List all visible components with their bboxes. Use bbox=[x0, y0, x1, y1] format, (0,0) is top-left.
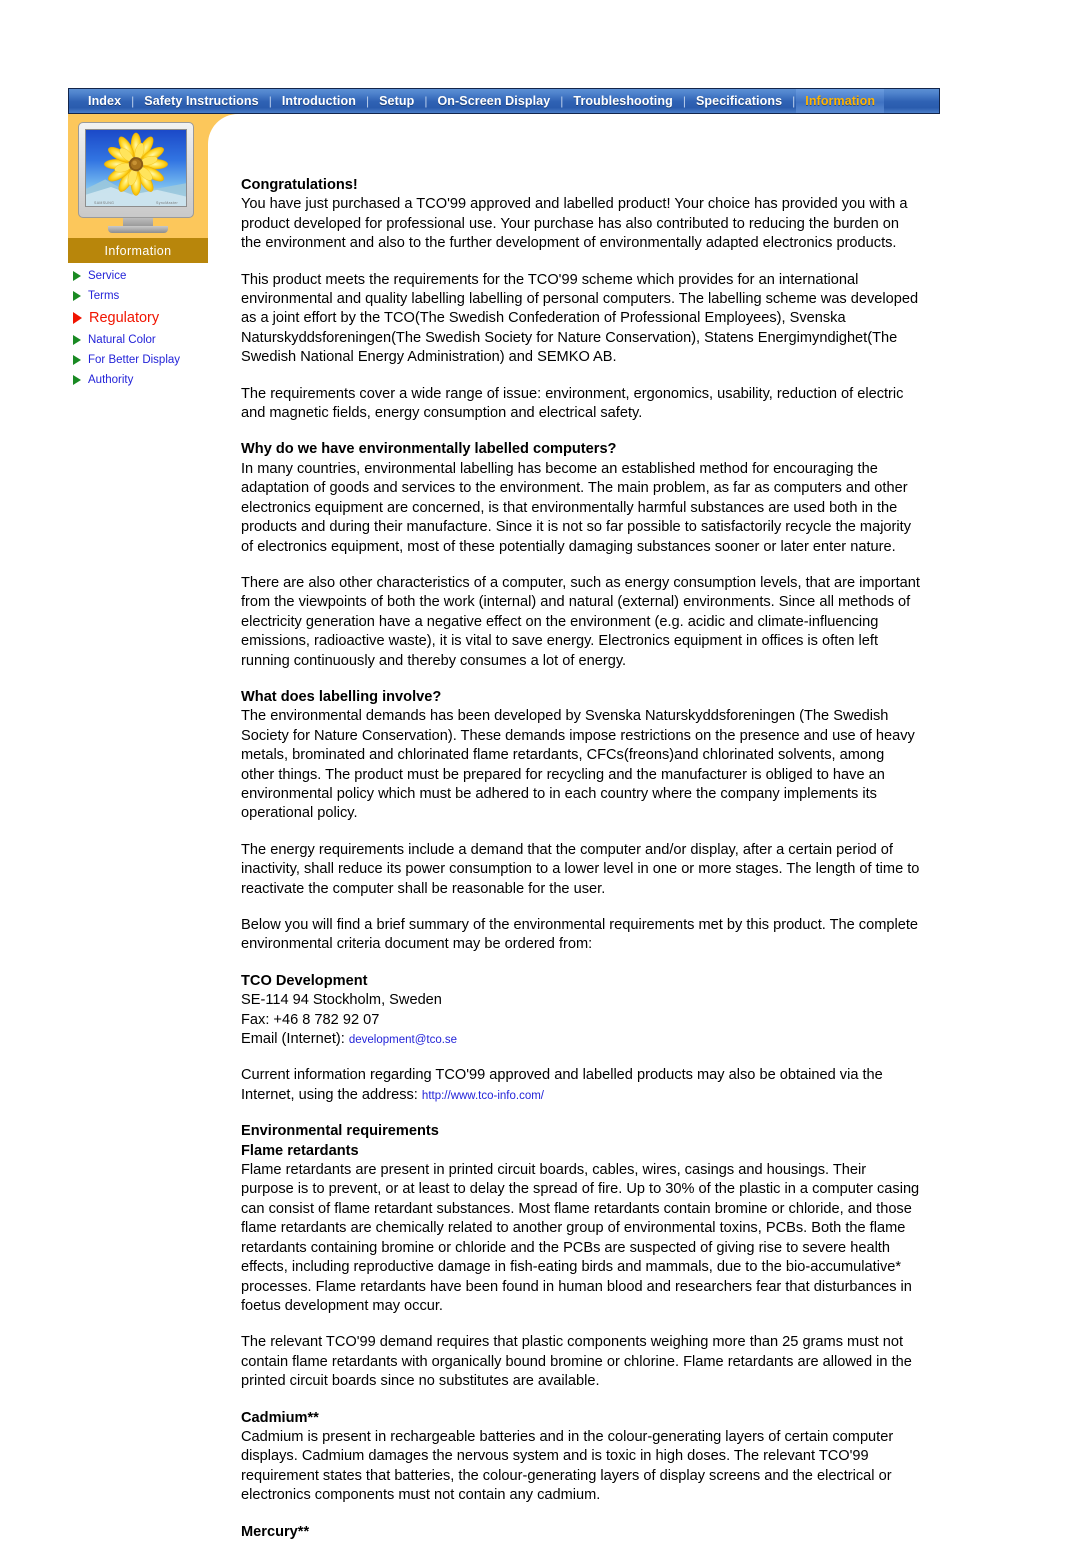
arrow-right-icon bbox=[73, 291, 81, 301]
paragraph-other-characteristics: There are also other characteristics of … bbox=[241, 574, 920, 669]
sidebar-item-label: Regulatory bbox=[89, 310, 160, 326]
paragraph-tco99-scheme: This product meets the requirements for … bbox=[241, 271, 919, 366]
sidebar-item-label: Natural Color bbox=[88, 334, 156, 346]
paragraph-below-summary: Below you will find a brief summary of t… bbox=[241, 917, 919, 953]
monitor-brand-left: SAMSUNG bbox=[94, 201, 115, 205]
sidebar-item-label: For Better Display bbox=[88, 354, 181, 366]
heading-cadmium: Cadmium** bbox=[241, 1409, 319, 1426]
paragraph-requirements-cover: The requirements cover a wide range of i… bbox=[241, 385, 904, 422]
sidebar-item-for-better-display[interactable]: For Better Display bbox=[68, 354, 248, 366]
arrow-right-icon bbox=[73, 335, 81, 345]
heading-what-does-labelling-involve: What does labelling involve? bbox=[241, 688, 442, 705]
paragraph-congratulations: You have just purchased a TCO'99 approve… bbox=[241, 196, 908, 252]
paragraph-why-labelled-computers: In many countries, environmental labelli… bbox=[241, 460, 912, 555]
address-line-fax: Fax: +46 8 782 92 07 bbox=[241, 1011, 380, 1028]
sidebar-item-natural-color[interactable]: Natural Color bbox=[68, 334, 248, 346]
sidebar-item-label: Terms bbox=[88, 290, 120, 302]
arrow-right-icon bbox=[73, 271, 81, 281]
tco-development-address: SE-114 94 Stockholm, Sweden Fax: +46 8 7… bbox=[241, 991, 921, 1049]
current-information-text: Current information regarding TCO'99 app… bbox=[241, 1067, 883, 1103]
paragraph-current-information: Current information regarding TCO'99 app… bbox=[241, 1066, 921, 1105]
address-line-email: Email (Internet): development@tco.se bbox=[241, 1030, 921, 1049]
sidebar-tab-flare bbox=[208, 114, 238, 146]
sidebar-item-regulatory[interactable]: Regulatory bbox=[68, 310, 248, 326]
heading-why-labelled-computers: Why do we have environmentally labelled … bbox=[241, 441, 617, 458]
arrow-right-icon bbox=[73, 312, 82, 324]
top-navigation-bar: Index | Safety Instructions | Introducti… bbox=[68, 88, 940, 114]
monitor-neck bbox=[123, 218, 153, 226]
sidebar-orange-panel: SAMSUNG SyncMaster Information bbox=[68, 114, 208, 263]
monitor-brand-right: SyncMaster bbox=[156, 201, 178, 205]
nav-item-on-screen-display[interactable]: On-Screen Display bbox=[428, 89, 559, 113]
heading-tco-development: TCO Development bbox=[241, 972, 368, 989]
paragraph-cadmium: Cadmium is present in rechargeable batte… bbox=[241, 1428, 894, 1504]
paragraph-flame-retardants: Flame retardants are present in printed … bbox=[241, 1162, 920, 1314]
arrow-right-icon bbox=[73, 375, 81, 385]
sunflower-icon bbox=[86, 130, 186, 206]
arrow-right-icon bbox=[73, 355, 81, 365]
sidebar-link-list: Service Terms Regulatory Natural Color F… bbox=[68, 263, 248, 386]
paragraph-what-does-labelling-involve: The environmental demands has been devel… bbox=[241, 708, 915, 822]
email-label: Email (Internet): bbox=[241, 1031, 345, 1048]
paragraph-energy-requirements: The energy requirements include a demand… bbox=[241, 841, 920, 897]
sidebar-item-terms[interactable]: Terms bbox=[68, 290, 248, 302]
nav-item-troubleshooting[interactable]: Troubleshooting bbox=[564, 89, 681, 113]
monitor-screen: SAMSUNG SyncMaster bbox=[85, 129, 187, 207]
nav-item-information[interactable]: Information bbox=[796, 89, 885, 113]
heading-environmental-requirements: Environmental requirements bbox=[241, 1123, 439, 1140]
monitor-bezel: SAMSUNG SyncMaster bbox=[78, 122, 194, 218]
monitor-illustration: SAMSUNG SyncMaster bbox=[78, 122, 198, 233]
email-link[interactable]: development@tco.se bbox=[349, 1034, 457, 1046]
address-line-city: SE-114 94 Stockholm, Sweden bbox=[241, 992, 442, 1009]
main-content: Congratulations! You have just purchased… bbox=[241, 176, 921, 1542]
nav-item-index[interactable]: Index bbox=[79, 89, 130, 113]
sidebar-section-title: Information bbox=[68, 238, 208, 263]
tco-info-url-link[interactable]: http://www.tco-info.com/ bbox=[422, 1090, 544, 1102]
sidebar-item-authority[interactable]: Authority bbox=[68, 374, 248, 386]
nav-item-safety-instructions[interactable]: Safety Instructions bbox=[135, 89, 267, 113]
heading-mercury: Mercury** bbox=[241, 1523, 310, 1540]
sidebar-item-label: Authority bbox=[88, 374, 134, 386]
sidebar-item-label: Service bbox=[88, 270, 127, 282]
monitor-base bbox=[108, 226, 168, 233]
paragraph-relevant-tco99-demand: The relevant TCO'99 demand requires that… bbox=[241, 1334, 912, 1390]
nav-item-setup[interactable]: Setup bbox=[370, 89, 423, 113]
sidebar-item-service[interactable]: Service bbox=[68, 270, 248, 282]
nav-item-specifications[interactable]: Specifications bbox=[687, 89, 791, 113]
nav-item-introduction[interactable]: Introduction bbox=[273, 89, 365, 113]
sidebar: SAMSUNG SyncMaster Information Service T… bbox=[68, 114, 208, 394]
heading-flame-retardants: Flame retardants bbox=[241, 1142, 359, 1159]
heading-congratulations: Congratulations! bbox=[241, 177, 358, 193]
